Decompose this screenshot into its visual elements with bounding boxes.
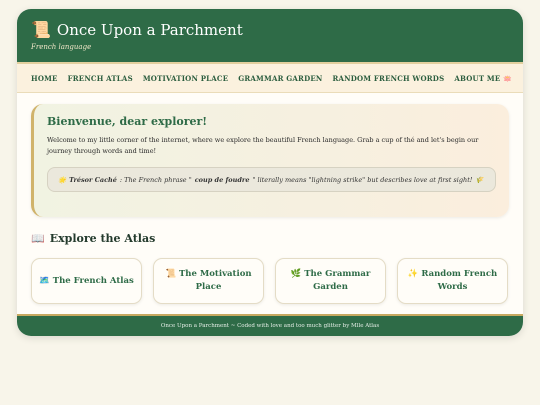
nav-grammar-garden[interactable]: GRAMMAR GARDEN xyxy=(238,74,322,83)
tile-motivation-place[interactable]: 📜 The Motivation Place xyxy=(153,258,264,304)
scroll-icon: 📜 xyxy=(31,20,51,39)
atlas-title: Explore the Atlas xyxy=(49,232,156,245)
welcome-text: Welcome to my little corner of the inter… xyxy=(47,136,479,155)
wheat-icon: 🌾 xyxy=(475,175,484,184)
atlas-tiles: 🗺️ The French Atlas 📜 The Motivation Pla… xyxy=(31,258,509,304)
welcome-card: Bienvenue, dear explorer! Welcome to my … xyxy=(31,104,509,217)
title-row: 📜 Once Upon a Parchment xyxy=(31,20,509,39)
tip-text-end: " literally means "lightning strike" but… xyxy=(252,175,473,184)
atlas-heading: 📖 Explore the Atlas xyxy=(31,232,509,245)
nav-motivation-place[interactable]: MOTIVATION PLACE xyxy=(143,74,228,83)
star-icon: 🌟 xyxy=(58,175,67,184)
tile-random-french-words[interactable]: ✨ Random French Words xyxy=(397,258,508,304)
site-title[interactable]: Once Upon a Parchment xyxy=(57,21,243,39)
nav-random-french-words[interactable]: RANDOM FRENCH WORDS xyxy=(332,74,444,83)
tip-label: Trésor Caché xyxy=(69,175,117,184)
main-content: Bienvenue, dear explorer! Welcome to my … xyxy=(17,93,523,304)
site-footer: Once Upon a Parchment ~ Coded with love … xyxy=(17,314,523,336)
book-icon: 📖 xyxy=(31,232,45,245)
site-header: 📜 Once Upon a Parchment French language xyxy=(17,9,523,62)
tile-french-atlas[interactable]: 🗺️ The French Atlas xyxy=(31,258,142,304)
tip-phrase: coup de foudre xyxy=(194,175,250,184)
nav-home[interactable]: HOME xyxy=(31,74,58,83)
nav-french-atlas[interactable]: FRENCH ATLAS xyxy=(68,74,133,83)
tip-text-start: : The French phrase " xyxy=(119,175,192,184)
site-container: 📜 Once Upon a Parchment French language … xyxy=(17,9,523,336)
site-subtitle: French language xyxy=(31,43,92,51)
footer-text: Once Upon a Parchment ~ Coded with love … xyxy=(160,323,380,329)
hidden-treasure-tip: 🌟 Trésor Caché : The French phrase " coup… xyxy=(47,167,496,192)
welcome-title: Bienvenue, dear explorer! xyxy=(47,115,208,128)
main-nav: HOME FRENCH ATLAS MOTIVATION PLACE GRAMM… xyxy=(17,62,523,93)
tile-grammar-garden[interactable]: 🌿 The Grammar Garden xyxy=(275,258,386,304)
nav-about-me[interactable]: ABOUT ME 🪷 xyxy=(454,74,512,83)
